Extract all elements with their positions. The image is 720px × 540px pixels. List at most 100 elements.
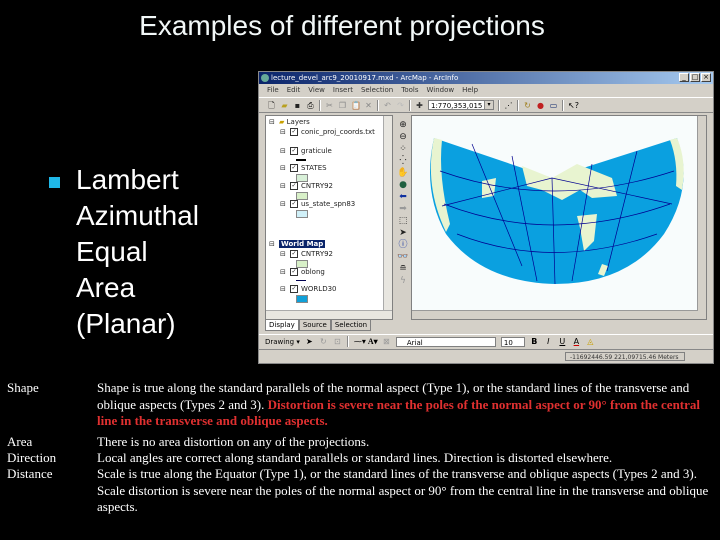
arccatalog-icon[interactable]: ↻ — [523, 101, 532, 110]
zoom-out-icon[interactable]: ⊖ — [397, 132, 409, 143]
menu-view[interactable]: View — [308, 84, 325, 96]
fixed-zoom-in-icon[interactable]: ⁘ — [397, 144, 409, 155]
layer-name: conic_proj_coords.txt — [301, 128, 375, 136]
tab-display[interactable]: Display — [265, 320, 299, 331]
menu-selection[interactable]: Selection — [361, 84, 393, 96]
tab-selection[interactable]: Selection — [330, 320, 372, 331]
fixed-zoom-out-icon[interactable]: ⁛ — [397, 156, 409, 167]
layers-group[interactable]: ⊟ ▰ Layers — [269, 118, 310, 126]
save-icon[interactable]: ▪ — [293, 101, 302, 110]
layer-item[interactable]: ⊟ ✓ oblong — [280, 268, 325, 276]
delete-icon[interactable]: ✕ — [364, 101, 373, 110]
map-vertical-scrollbar[interactable] — [697, 116, 706, 319]
layer-visibility-checkbox[interactable]: ✓ — [290, 268, 298, 276]
rotate-icon[interactable]: ↻ — [319, 337, 328, 346]
menu-tools[interactable]: Tools — [401, 84, 418, 96]
zoom-in-icon[interactable]: ⊕ — [397, 120, 409, 131]
select-elements-icon[interactable]: ➤ — [305, 337, 314, 346]
layer-item[interactable]: ⊟ ✓ STATES — [280, 164, 327, 172]
title-bar[interactable]: lecture_devel_arc9_20010917.mxd - ArcMap… — [259, 72, 713, 84]
pan-hand-icon[interactable]: ✋ — [397, 168, 409, 179]
full-extent-globe-icon[interactable]: ● — [397, 180, 409, 191]
collapse-icon[interactable]: ⊟ — [269, 118, 275, 126]
redo-icon[interactable]: ↷ — [396, 101, 405, 110]
copy-icon[interactable]: ❐ — [338, 101, 347, 110]
bold-button[interactable]: B — [530, 337, 539, 346]
toc-vertical-scrollbar[interactable] — [383, 116, 392, 319]
undo-icon[interactable]: ↶ — [383, 101, 392, 110]
collapse-icon[interactable]: ⊟ — [269, 240, 275, 248]
menu-insert[interactable]: Insert — [333, 84, 353, 96]
coordinate-readout: -11692446.59 221,09715.46 Meters — [565, 352, 685, 361]
editor-toolbar-icon[interactable]: ⋰ — [504, 101, 513, 110]
menu-help[interactable]: Help — [462, 84, 478, 96]
paste-icon[interactable]: 📋 — [351, 101, 361, 110]
select-elements-icon[interactable]: ➤ — [397, 228, 409, 239]
fill-color-icon[interactable]: ◬ — [586, 337, 595, 346]
hyperlink-icon[interactable]: ϟ — [397, 276, 409, 287]
toc-horizontal-scrollbar[interactable] — [266, 310, 392, 319]
cut-icon[interactable]: ✂ — [325, 101, 334, 110]
fill-symbol — [296, 260, 308, 268]
find-binoculars-icon[interactable]: 👓 — [397, 252, 409, 263]
layer-item[interactable]: ⊟ ✓ graticule — [280, 147, 332, 155]
map-view[interactable] — [411, 115, 707, 320]
map-horizontal-scrollbar[interactable] — [412, 310, 698, 319]
layer-visibility-checkbox[interactable]: ✓ — [290, 164, 298, 172]
layer-item[interactable]: ⊟ ✓ conic_proj_coords.txt — [280, 128, 375, 136]
lambert-projection-map — [430, 138, 684, 285]
layer-visibility-checkbox[interactable]: ✓ — [290, 147, 298, 155]
property-description: There is no area distortion on any of th… — [97, 434, 370, 449]
property-label: Shape — [7, 380, 39, 395]
toolbar-separator — [319, 99, 321, 111]
new-document-icon[interactable]: 🗋 — [267, 101, 276, 110]
add-data-icon[interactable]: ✚ — [415, 101, 424, 110]
map-ocean — [430, 138, 684, 284]
scale-value: 1:770,353,015 — [431, 102, 483, 110]
chevron-down-icon[interactable]: ▾ — [484, 101, 493, 109]
collapse-icon: ⊟ — [280, 164, 286, 172]
layer-item[interactable]: ⊟ ✓ CNTRY92 — [280, 250, 333, 258]
font-color-icon[interactable]: A — [572, 337, 581, 346]
back-arrow-icon[interactable]: ⬅ — [397, 192, 409, 203]
underline-button[interactable]: U — [558, 337, 567, 346]
bullet-line: Lambert — [76, 164, 179, 195]
whats-this-help-icon[interactable]: ↖? — [568, 101, 579, 110]
layer-item[interactable]: ⊟ ✓ CNTRY92 — [280, 182, 333, 190]
world-map-group[interactable]: ⊟ World Map — [269, 240, 326, 248]
close-button[interactable]: × — [701, 73, 711, 82]
select-features-icon[interactable]: ⬚ — [397, 216, 409, 227]
menu-window[interactable]: Window — [427, 84, 455, 96]
font-size-dropdown[interactable]: 10 — [500, 336, 525, 347]
tab-source[interactable]: Source — [298, 320, 331, 331]
minimize-button[interactable]: _ — [679, 73, 689, 82]
layer-item[interactable]: ⊟ ✓ us_state_spn83 — [280, 200, 355, 208]
menu-file[interactable]: File — [267, 84, 279, 96]
measure-icon[interactable]: ≘ — [397, 264, 409, 275]
font-name-value: Arial — [406, 338, 423, 347]
forward-arrow-icon[interactable]: ➡ — [397, 204, 409, 215]
layer-visibility-checkbox[interactable]: ✓ — [290, 128, 298, 136]
text-tool-icon[interactable]: A▾ — [368, 337, 378, 346]
menu-edit[interactable]: Edit — [287, 84, 301, 96]
frame-icon[interactable]: ⊠ — [382, 337, 391, 346]
layer-item[interactable]: ⊟ ✓ WORLD30 — [280, 285, 337, 293]
layer-visibility-checkbox[interactable]: ✓ — [290, 250, 298, 258]
command-line-icon[interactable]: ▭ — [549, 101, 558, 110]
print-icon[interactable]: ⎙ — [306, 101, 315, 110]
zoom-to-selected-icon[interactable]: ⊡ — [333, 337, 342, 346]
layer-visibility-checkbox[interactable]: ✓ — [290, 200, 298, 208]
map-scale-dropdown[interactable]: 1:770,353,015 ▾ — [428, 100, 494, 110]
layer-visibility-checkbox[interactable]: ✓ — [290, 182, 298, 190]
draw-line-icon[interactable]: ⁓▾ — [354, 337, 366, 346]
layer-visibility-checkbox[interactable]: ✓ — [290, 285, 298, 293]
open-folder-icon[interactable]: ▰ — [280, 101, 289, 110]
arcmap-window: lecture_devel_arc9_20010917.mxd - ArcMap… — [258, 71, 714, 364]
identify-icon[interactable]: ⓘ — [397, 240, 409, 251]
drawing-menu[interactable]: Drawing ▾ — [265, 338, 300, 346]
font-name-dropdown[interactable]: Arial — [395, 336, 496, 347]
layer-name: CNTRY92 — [301, 250, 333, 258]
maximize-button[interactable]: □ — [690, 73, 700, 82]
italic-button[interactable]: I — [544, 337, 553, 346]
arctoolbox-icon[interactable]: ● — [536, 101, 545, 110]
